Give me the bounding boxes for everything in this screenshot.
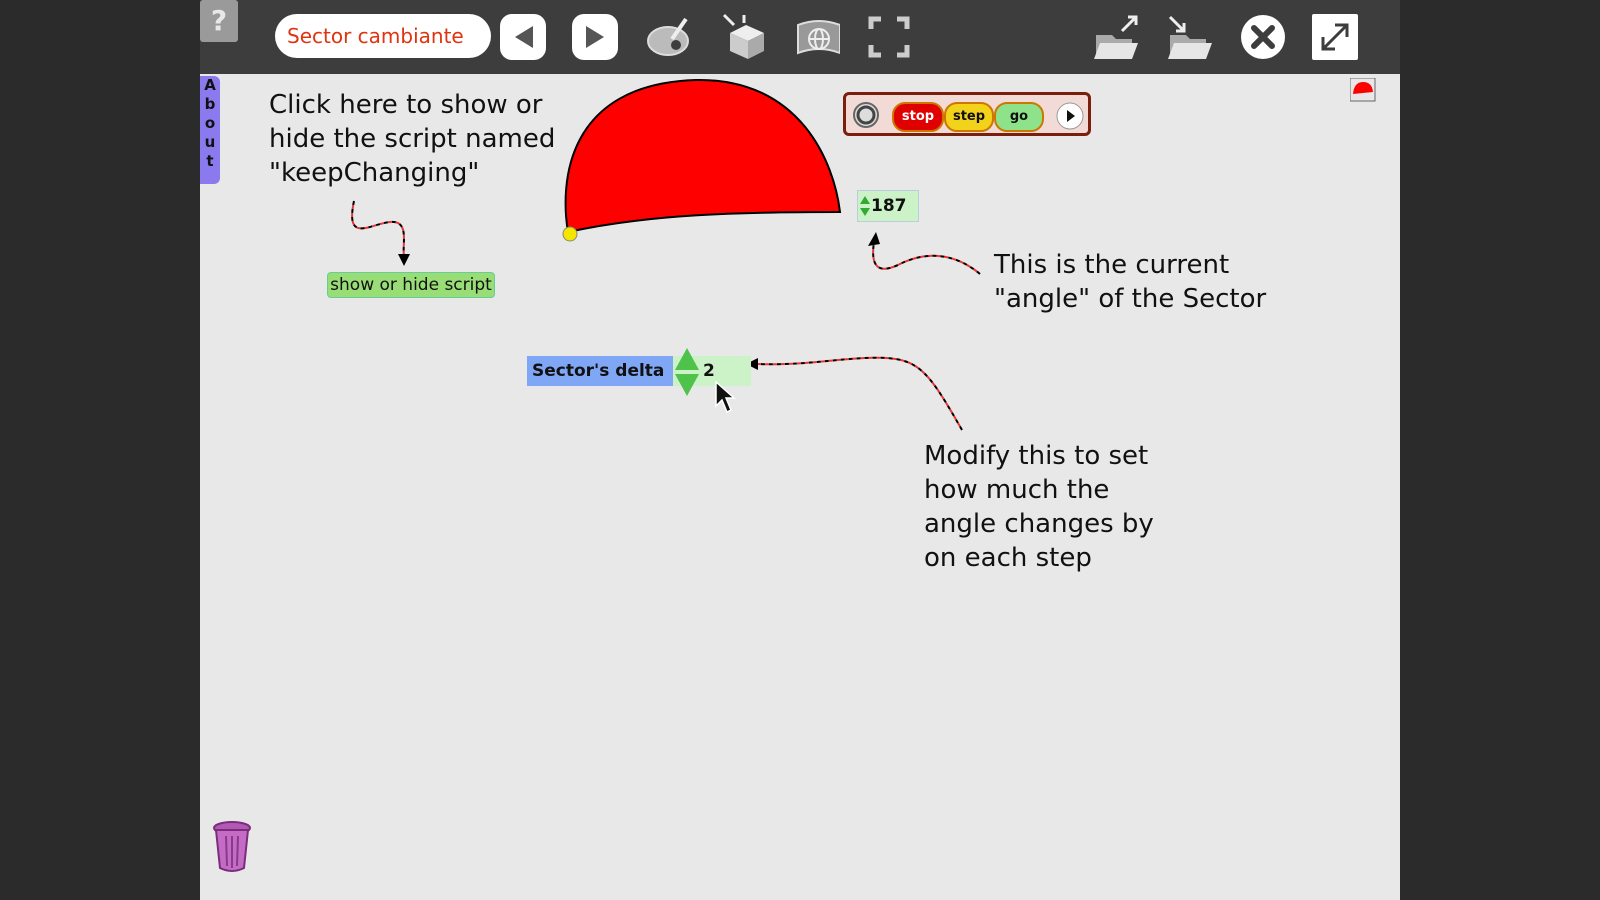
delta-value: 2 [703,361,715,381]
delta-note-text: Modify this to set how much the angle ch… [924,441,1154,573]
close-icon [1241,15,1285,59]
next-page-button[interactable] [572,14,618,60]
frame-corners-icon [868,16,910,58]
project-title-field[interactable]: Sector cambiante [275,14,491,58]
expand-arrows-icon [1321,23,1349,51]
stop-button[interactable]: stop [892,102,944,132]
updown-arrows-icon[interactable] [860,196,870,216]
expand-button[interactable] [1312,14,1358,60]
show-hide-script-button[interactable]: show or hide script [327,272,495,298]
supplies-button[interactable] [720,13,766,60]
record-circle-icon[interactable] [852,101,880,129]
sector-shape [564,78,842,234]
close-button[interactable] [1240,14,1286,60]
supplies-box-icon [722,13,764,59]
mouse-cursor-icon [715,380,736,414]
delta-label: Sector's delta [527,356,676,386]
annotation-arrows [351,78,981,431]
go-button[interactable]: go [994,102,1044,132]
triangle-left-icon [515,26,533,48]
triangle-right-icon [586,26,604,48]
previous-page-button[interactable] [500,14,546,60]
paint-palette-icon [647,17,689,56]
help-button[interactable]: ? [200,0,238,42]
world-canvas[interactable]: A b o u t Click here to show or hide the… [200,74,1400,900]
stop-step-go-flap: stop step go [843,92,1091,136]
delta-note-arrow [755,356,963,431]
trash-can-icon[interactable] [210,818,254,874]
fullscreen-view-button[interactable] [866,14,912,60]
open-project-button[interactable] [1092,14,1138,60]
angle-value: 187 [871,196,907,216]
globe-map-icon [797,20,840,55]
play-right-icon[interactable] [1056,102,1084,130]
folder-open-icon [1094,15,1138,59]
delta-updown-arrows-icon[interactable] [673,346,701,398]
rotation-handle [562,226,578,242]
step-button[interactable]: step [944,102,994,132]
sector-thumbnail-icon[interactable] [1350,78,1376,102]
angle-note-text: This is the current "angle" of the Secto… [994,250,1267,314]
paint-button[interactable] [646,14,692,60]
angle-note-arrow [872,241,981,275]
toolbar: ? Sector cambiante [200,0,1400,74]
angle-readout[interactable]: 187 [857,190,919,222]
world-button[interactable] [794,14,840,60]
save-project-button[interactable] [1166,14,1212,60]
folder-save-icon [1168,15,1212,59]
